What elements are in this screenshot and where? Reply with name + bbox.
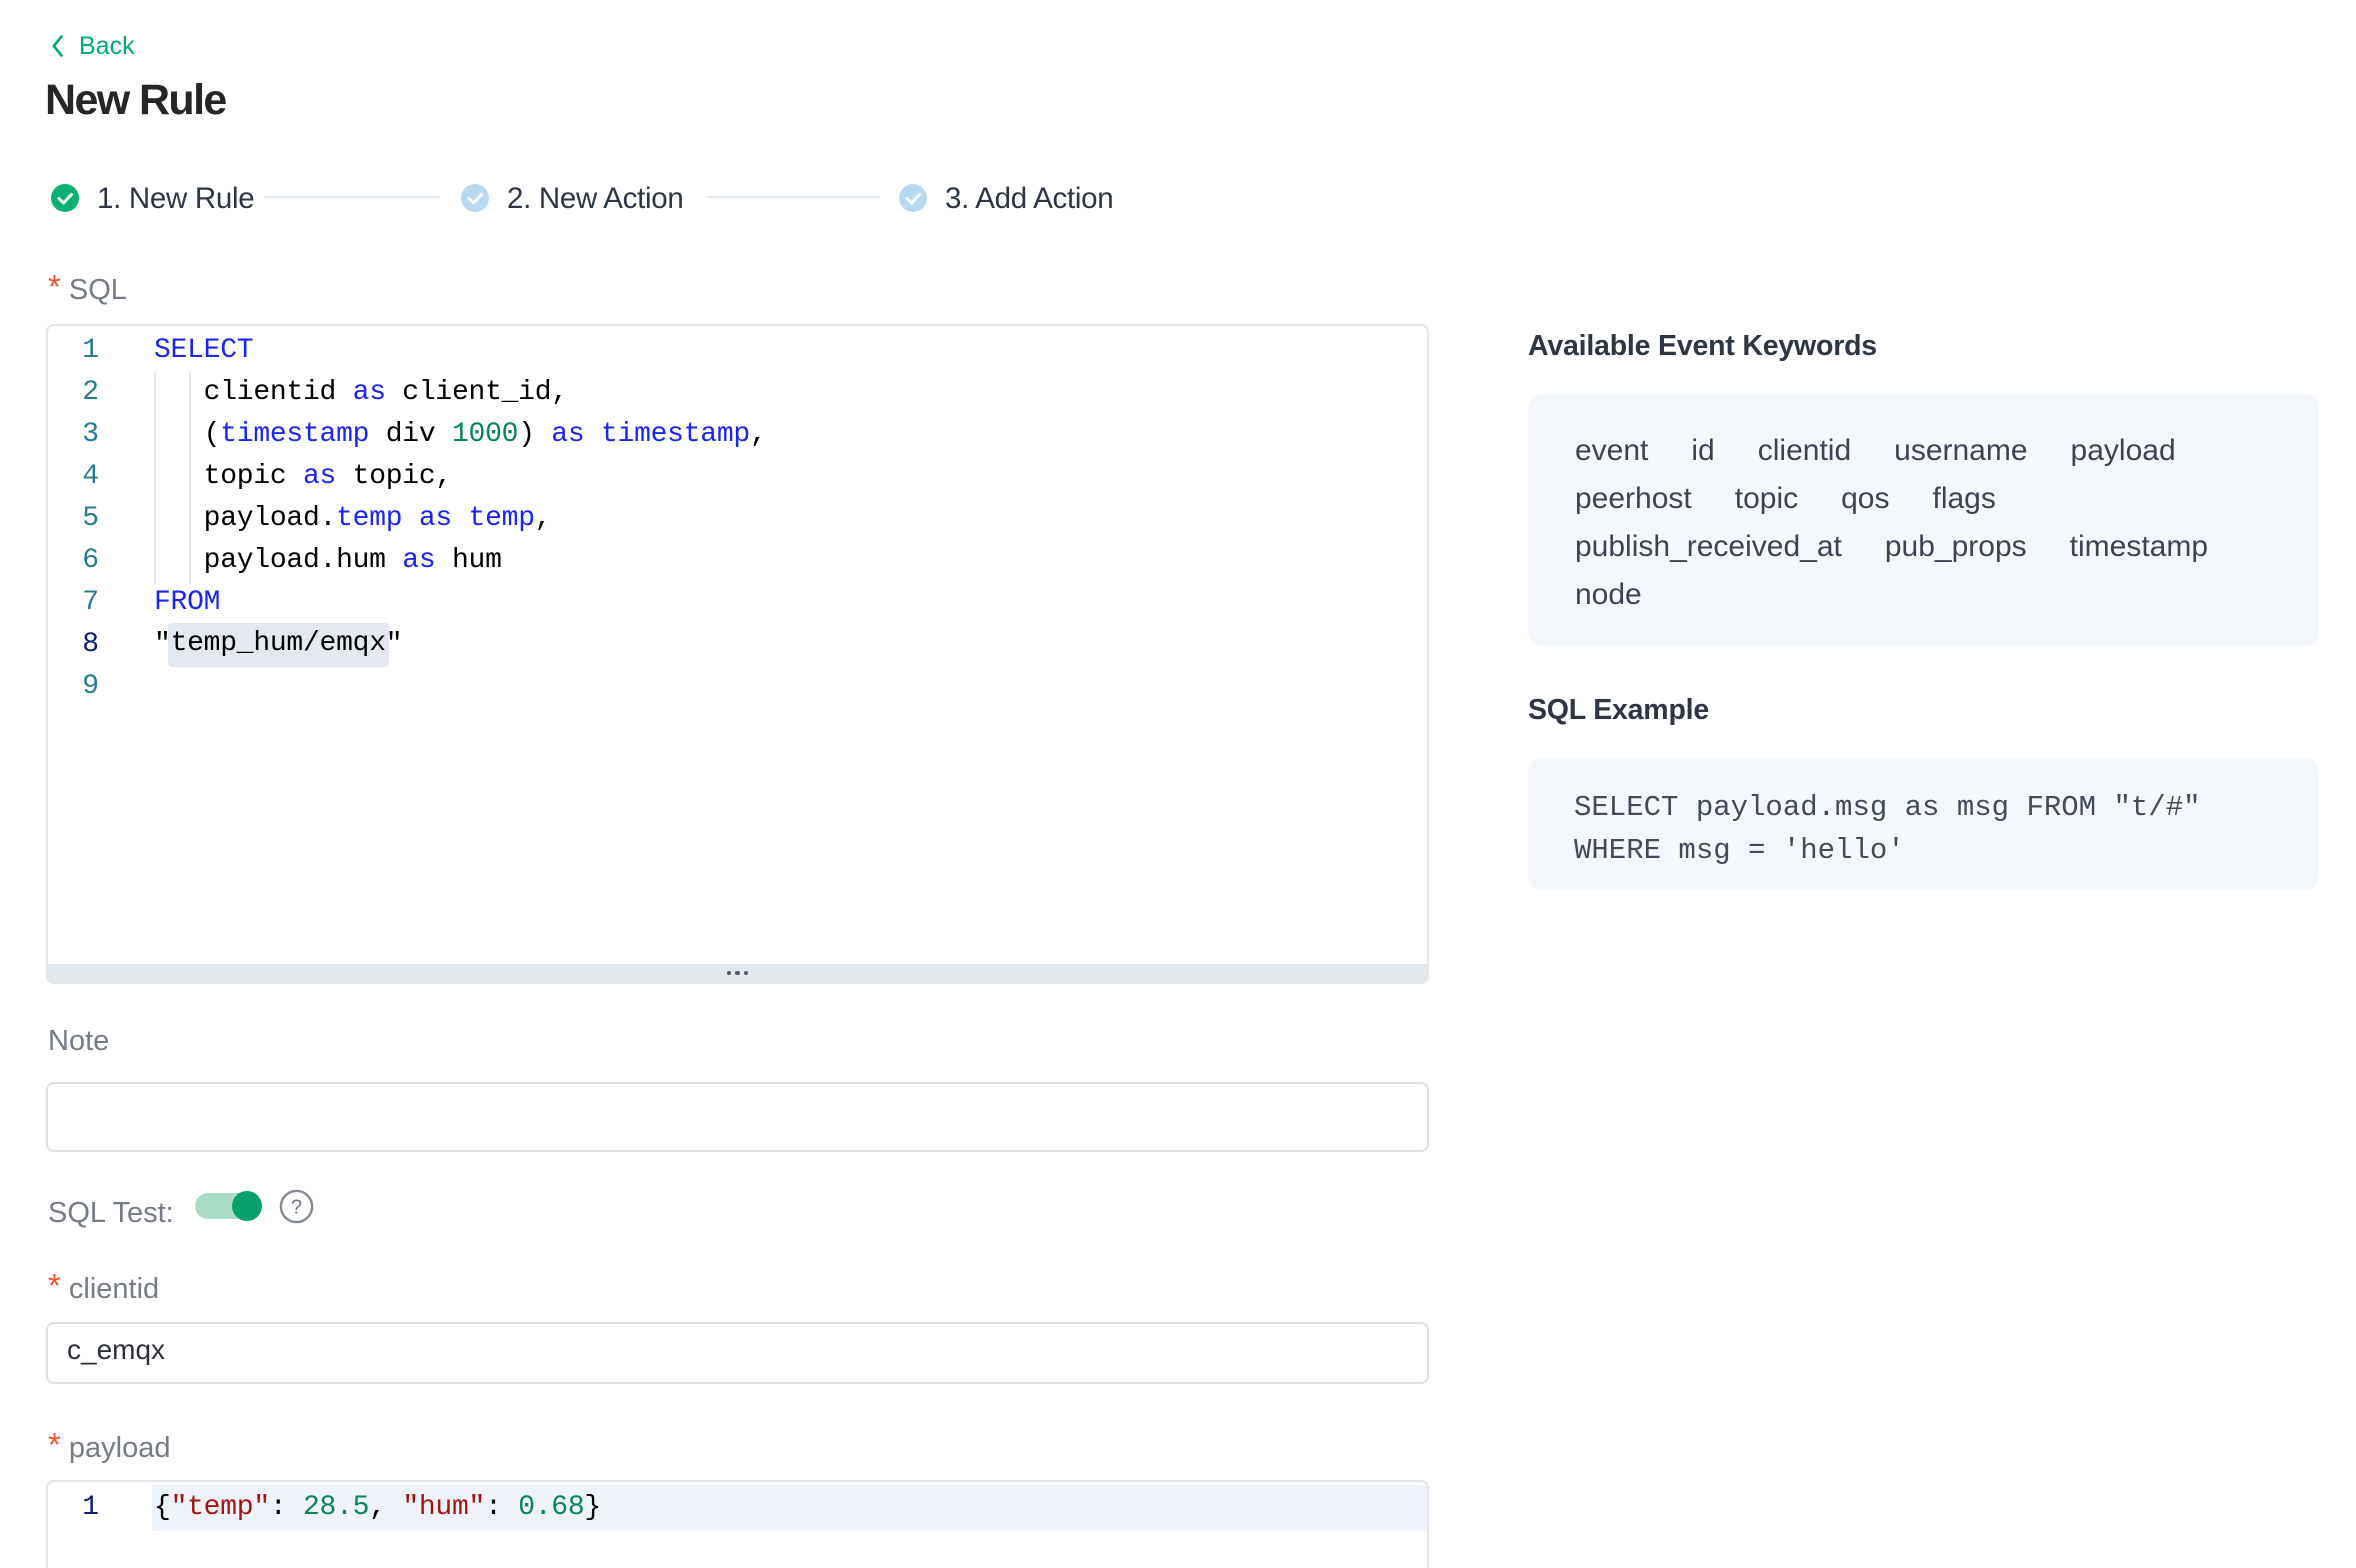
svg-text:?: ? [291,1197,302,1219]
